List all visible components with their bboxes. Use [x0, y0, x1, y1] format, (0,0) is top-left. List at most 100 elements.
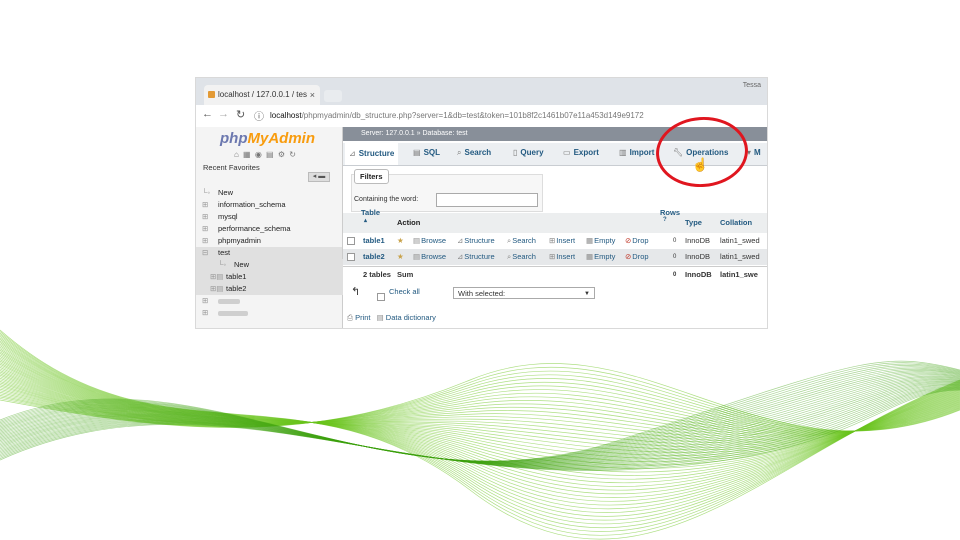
filters-box: Filters Containing the word:	[351, 169, 543, 212]
row-checkbox[interactable]	[347, 249, 355, 265]
browse-link[interactable]: ▤Browse	[413, 233, 446, 249]
search-link[interactable]: ⌕Search	[507, 249, 536, 265]
collation-value: latin1_swed	[720, 236, 760, 245]
tab-search[interactable]: ⌕ Search	[457, 148, 491, 158]
browser-user-label: Tessa	[742, 82, 761, 89]
empty-icon: ▦	[586, 252, 594, 261]
table-row: table2 ★ ▤Browse ⊿Structure ⌕Search ⊞Ins…	[343, 249, 767, 265]
table-row: table1 ★ ▤Browse ⊿Structure ⌕Search ⊞Ins…	[343, 233, 767, 249]
check-all-label[interactable]: Check all	[389, 287, 420, 296]
structure-link[interactable]: ⊿Structure	[457, 249, 495, 265]
empty-link[interactable]: ▦Empty	[586, 233, 615, 249]
empty-icon: ▦	[586, 236, 594, 245]
tree-item-test[interactable]: ⊟ test	[196, 247, 342, 259]
tree-item-information-schema[interactable]: ⊞ information_schema	[202, 199, 358, 211]
summary-row: 2 tables Sum 0 InnoDB latin1_swe	[343, 266, 767, 283]
tab-structure[interactable]: ⊿ Structure	[345, 143, 399, 165]
row-checkbox[interactable]	[347, 233, 355, 249]
table-count: 2 tables	[363, 270, 391, 279]
tab-export[interactable]: ▭ Export	[563, 148, 599, 157]
info-icon: ⓘ	[254, 112, 264, 123]
tab-import[interactable]: ▥ Import	[619, 148, 654, 157]
row-count: 0	[673, 238, 677, 244]
insert-link[interactable]: ⊞Insert	[549, 249, 575, 265]
filters-title: Filters	[354, 169, 389, 184]
tree-item-blurred-1[interactable]: ⊞	[202, 295, 358, 307]
tab-title: localhost / 127.0.0.1 / tes	[218, 90, 307, 99]
col-type[interactable]: Type	[685, 218, 702, 227]
tree-item-mysql[interactable]: ⊞ mysql	[202, 211, 358, 223]
tab-more[interactable]: ▾ M	[747, 148, 761, 157]
reload-icon[interactable]: ↻	[236, 108, 245, 121]
col-table[interactable]: Table	[361, 208, 380, 217]
engine-type: InnoDB	[685, 252, 711, 261]
close-tab-icon[interactable]: ×	[310, 85, 315, 105]
chevron-down-icon: ▼	[584, 291, 590, 297]
browse-link[interactable]: ▤Browse	[413, 249, 446, 265]
insert-link[interactable]: ⊞Insert	[549, 233, 575, 249]
slide: localhost / 127.0.0.1 / tes × Tessa ← → …	[0, 0, 960, 540]
tab-sql[interactable]: ▤ SQL	[413, 148, 440, 157]
check-all-arrow-icon: ↰	[351, 286, 361, 298]
structure-link[interactable]: ⊿Structure	[457, 233, 495, 249]
import-icon: ▥	[619, 148, 627, 157]
filter-word-input[interactable]	[436, 193, 538, 207]
hand-cursor-icon: ☝	[692, 157, 709, 172]
sum-type: InnoDB	[685, 270, 712, 279]
sort-icon[interactable]: ▴	[364, 217, 367, 224]
empty-link[interactable]: ▦Empty	[586, 249, 615, 265]
url-path: /phpmyadmin/db_structure.php?server=1&db…	[301, 111, 644, 120]
with-selected-dropdown[interactable]: With selected: ▼	[453, 287, 595, 299]
structure-icon: ⊿	[457, 236, 464, 245]
forward-arrow-icon[interactable]: →	[218, 108, 229, 120]
tree-item-new[interactable]: └◦ New	[202, 187, 358, 199]
collation-value: latin1_swed	[720, 252, 760, 261]
tree-item-table1[interactable]: ⊞▤ table1	[196, 271, 350, 283]
tree-item-phpmyadmin[interactable]: ⊞ phpmyadmin	[202, 235, 358, 247]
logo-myadmin: MyAdmin	[247, 130, 316, 147]
drop-icon: ⊘	[625, 252, 632, 261]
sum-collation: latin1_swe	[720, 270, 758, 279]
structure-icon: ⊿	[457, 252, 464, 261]
col-collation[interactable]: Collation	[720, 218, 752, 227]
table-name[interactable]: table2	[363, 249, 385, 265]
drop-link[interactable]: ⊘Drop	[625, 249, 649, 265]
search-icon: ⌕	[507, 236, 512, 245]
favorite-star-icon[interactable]: ★	[397, 233, 404, 249]
logo-php: php	[220, 130, 248, 147]
drop-icon: ⊘	[625, 236, 632, 245]
favicon-icon	[208, 91, 215, 98]
favorite-star-icon[interactable]: ★	[397, 249, 404, 265]
check-all-checkbox[interactable]	[377, 288, 385, 306]
navigation-panel: phpMyAdmin ⌂ ▦ ◉ ▤ ⚙ ↻ Recent Favorites …	[196, 127, 358, 328]
nav-icon-row[interactable]: ⌂ ▦ ◉ ▤ ⚙ ↻	[234, 150, 297, 159]
green-wave-decoration	[0, 329, 960, 540]
back-arrow-icon[interactable]: ←	[202, 108, 213, 120]
phpmyadmin-screenshot: localhost / 127.0.0.1 / tes × Tessa ← → …	[195, 77, 768, 329]
tree-item-test-new[interactable]: └◦ New	[196, 259, 358, 271]
collapse-all-icon[interactable]: ◂ ▬	[308, 172, 330, 182]
phpmyadmin-logo[interactable]: phpMyAdmin	[220, 130, 315, 147]
browser-tab[interactable]: localhost / 127.0.0.1 / tes ×	[204, 85, 320, 105]
export-icon: ▭	[563, 148, 571, 157]
search-icon: ⌕	[507, 252, 512, 261]
tab-query[interactable]: ▯ Query	[513, 148, 544, 157]
help-icon[interactable]: ?	[663, 217, 667, 223]
table-name[interactable]: table1	[363, 233, 385, 249]
recent-favorites-tabs[interactable]: Recent Favorites	[203, 163, 260, 172]
with-selected-value: With selected:	[458, 289, 506, 298]
tree-item-blurred-2[interactable]: ⊞	[202, 307, 358, 319]
browse-icon: ▤	[413, 252, 421, 261]
tree-item-table2[interactable]: ⊞▤ table2	[196, 283, 350, 295]
insert-icon: ⊞	[549, 236, 556, 245]
insert-icon: ⊞	[549, 252, 556, 261]
tree-item-performance-schema[interactable]: ⊞ performance_schema	[202, 223, 358, 235]
sum-rows: 0	[673, 272, 677, 278]
url-host: localhost	[270, 111, 302, 120]
search-link[interactable]: ⌕Search	[507, 233, 536, 249]
new-tab-button[interactable]	[324, 90, 342, 102]
drop-link[interactable]: ⊘Drop	[625, 233, 649, 249]
col-rows[interactable]: Rows	[660, 208, 680, 217]
row-count: 0	[673, 254, 677, 260]
search-icon: ⌕	[457, 148, 462, 157]
